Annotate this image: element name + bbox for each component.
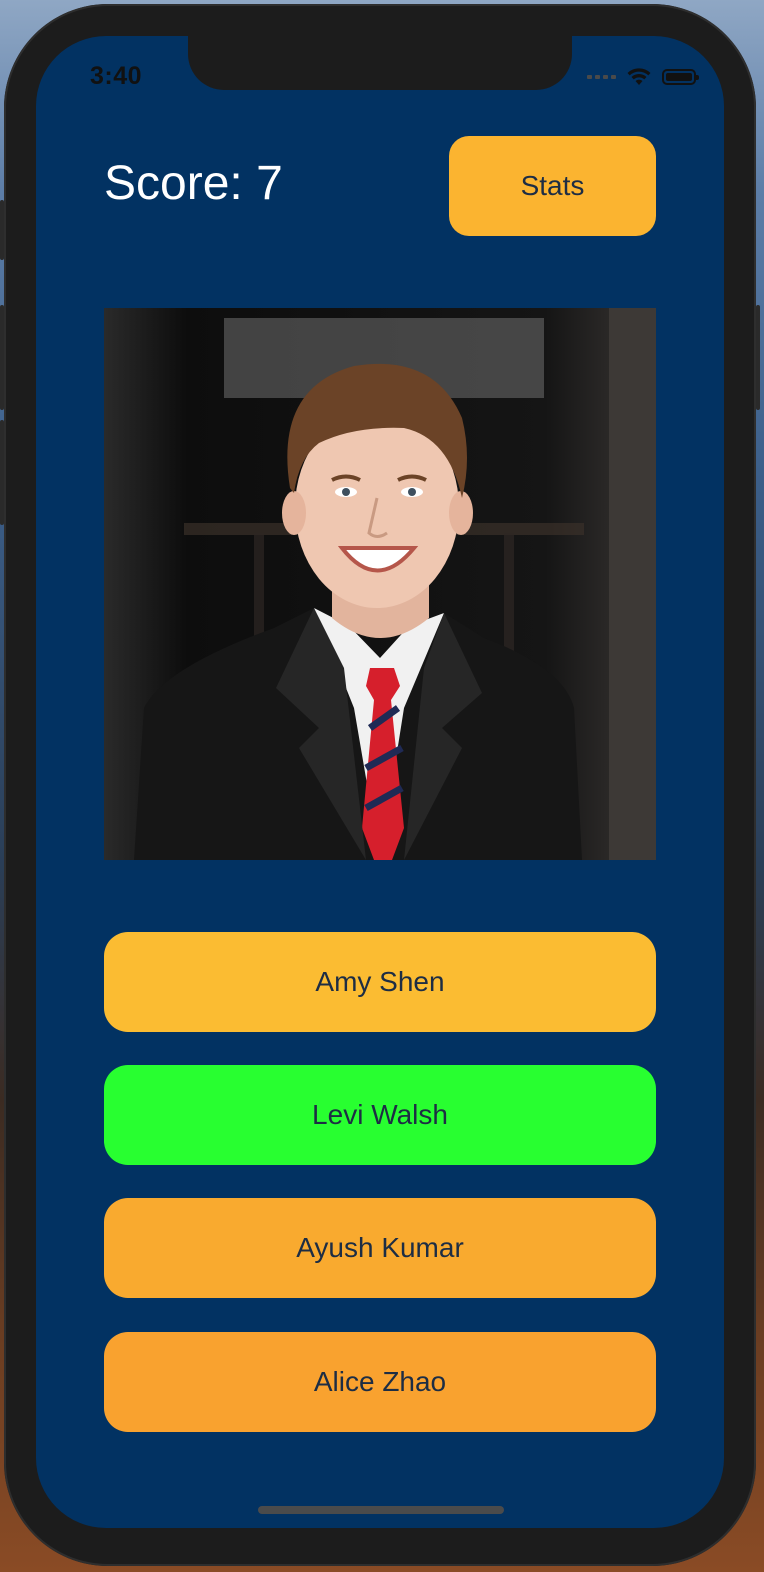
device-notch <box>188 36 572 90</box>
side-button <box>0 420 4 525</box>
side-button <box>0 305 4 410</box>
answer-button-4[interactable]: Alice Zhao <box>104 1332 656 1432</box>
cellular-signal-icon <box>587 75 616 79</box>
app-screen: 3:40 Score: 7 Stats Amy Shen Levi Walsh … <box>36 36 724 1528</box>
home-indicator[interactable] <box>258 1506 504 1514</box>
score-label: Score: 7 <box>104 157 283 210</box>
side-button <box>0 200 4 260</box>
answer-button-1[interactable]: Amy Shen <box>104 932 656 1032</box>
status-icons <box>587 66 699 88</box>
status-time: 3:40 <box>90 62 143 90</box>
answer-button-2[interactable]: Levi Walsh <box>104 1065 656 1165</box>
answer-button-3[interactable]: Ayush Kumar <box>104 1198 656 1298</box>
wifi-icon <box>627 68 651 85</box>
battery-icon <box>662 69 699 85</box>
side-button <box>756 305 760 410</box>
person-portrait-icon <box>104 308 656 860</box>
person-photo <box>104 308 656 860</box>
stats-button[interactable]: Stats <box>449 136 656 236</box>
